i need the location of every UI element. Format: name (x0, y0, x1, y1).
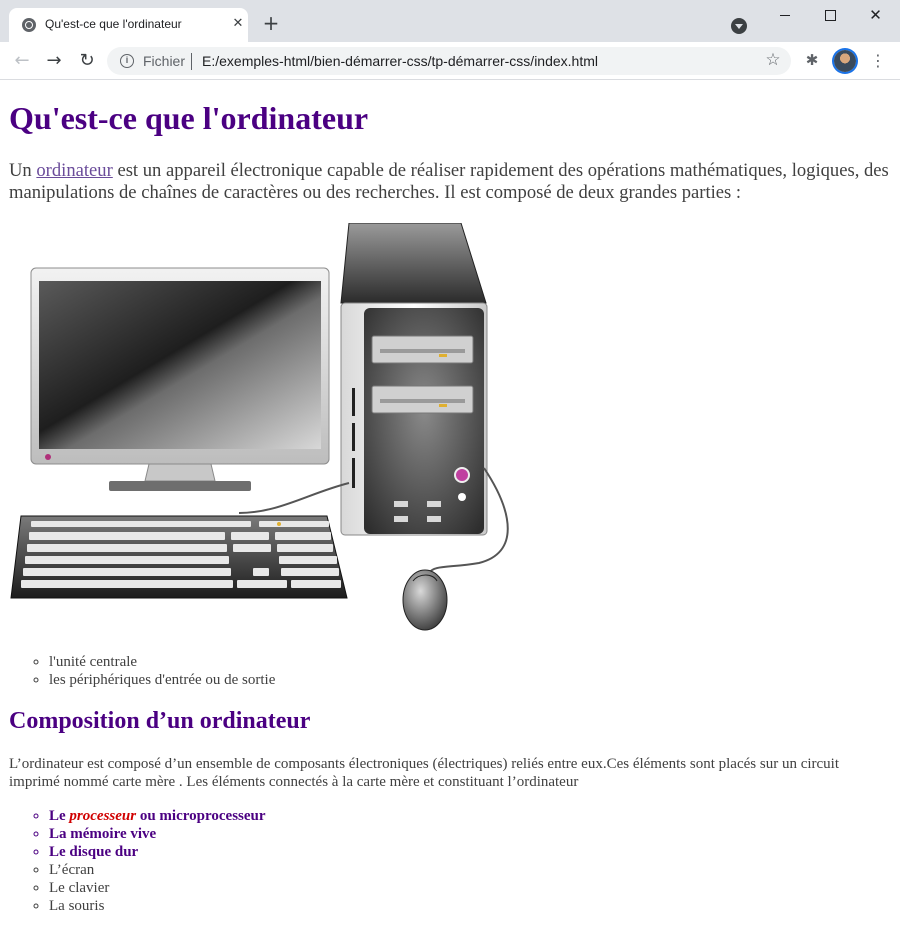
reload-icon[interactable]: ↻ (75, 49, 99, 73)
computer-illustration (10, 223, 509, 631)
info-icon[interactable]: i (120, 54, 134, 68)
components-list: Le processeur ou microprocesseur La mémo… (9, 807, 266, 915)
list-item: La souris (49, 897, 266, 915)
monitor (30, 267, 330, 491)
tab-active[interactable]: Qu'est-ce que l'ordinateur ✕ (9, 8, 248, 42)
new-tab-button[interactable]: + (261, 13, 281, 33)
intro-suffix: est un appareil électronique capable de … (9, 160, 889, 203)
scheme-label: Fichier (143, 53, 186, 69)
tab-title: Qu'est-ce que l'ordinateur (45, 17, 182, 31)
keyboard (10, 515, 348, 599)
tab-strip: Qu'est-ce que l'ordinateur ✕ + ✕ (0, 0, 900, 42)
browser-toolbar: ← → ↻ i Fichier E:/exemples-html/bien-dé… (0, 42, 900, 80)
tower (340, 223, 488, 536)
address-separator (191, 53, 192, 70)
intro-paragraph: Un ordinateur est un appareil électroniq… (9, 160, 889, 204)
bookmark-star-icon[interactable]: ☆ (763, 50, 783, 70)
mouse (402, 569, 448, 631)
list-item: Le clavier (49, 879, 266, 897)
close-tab-icon[interactable]: ✕ (231, 17, 245, 31)
ordinateur-link[interactable]: ordinateur (36, 160, 112, 181)
composition-heading: Composition d’un ordinateur (9, 708, 311, 734)
minimize-button[interactable] (763, 0, 808, 30)
back-arrow-icon[interactable]: ← (10, 49, 34, 73)
list-item: l'unité centrale (49, 653, 275, 671)
forward-arrow-icon[interactable]: → (42, 49, 66, 73)
parts-list: l'unité centrale les périphériques d'ent… (9, 653, 275, 689)
tab-search-icon[interactable] (731, 18, 747, 34)
address-bar[interactable]: i Fichier E:/exemples-html/bien-démarrer… (107, 47, 791, 75)
page-viewport: Qu'est-ce que l'ordinateur Un ordinateur… (0, 80, 900, 932)
processor-emphasis: processeur (69, 808, 137, 824)
extensions-puzzle-icon[interactable]: ✱ (803, 51, 821, 69)
page-title: Qu'est-ce que l'ordinateur (9, 100, 369, 136)
list-item-processor: Le processeur ou microprocesseur (49, 807, 266, 825)
browser-chrome: Qu'est-ce que l'ordinateur ✕ + ✕ ← → ↻ i… (0, 0, 900, 80)
profile-avatar[interactable] (834, 50, 856, 72)
composition-paragraph: L’ordinateur est composé d’un ensemble d… (9, 756, 840, 790)
processor-prefix: Le (49, 808, 70, 824)
maximize-button[interactable] (808, 0, 853, 30)
list-item: L’écran (49, 861, 266, 879)
list-item: Le disque dur (49, 843, 266, 861)
processor-suffix: ou microprocesseur (136, 808, 266, 824)
window-close-button[interactable]: ✕ (853, 0, 898, 30)
list-item: La mémoire vive (49, 825, 266, 843)
browser-menu-icon[interactable]: ⋮ (868, 51, 888, 71)
intro-prefix: Un (9, 160, 37, 181)
globe-icon (22, 18, 36, 32)
list-item: les périphériques d'entrée ou de sortie (49, 671, 275, 689)
url-text[interactable]: E:/exemples-html/bien-démarrer-css/tp-dé… (202, 53, 598, 69)
